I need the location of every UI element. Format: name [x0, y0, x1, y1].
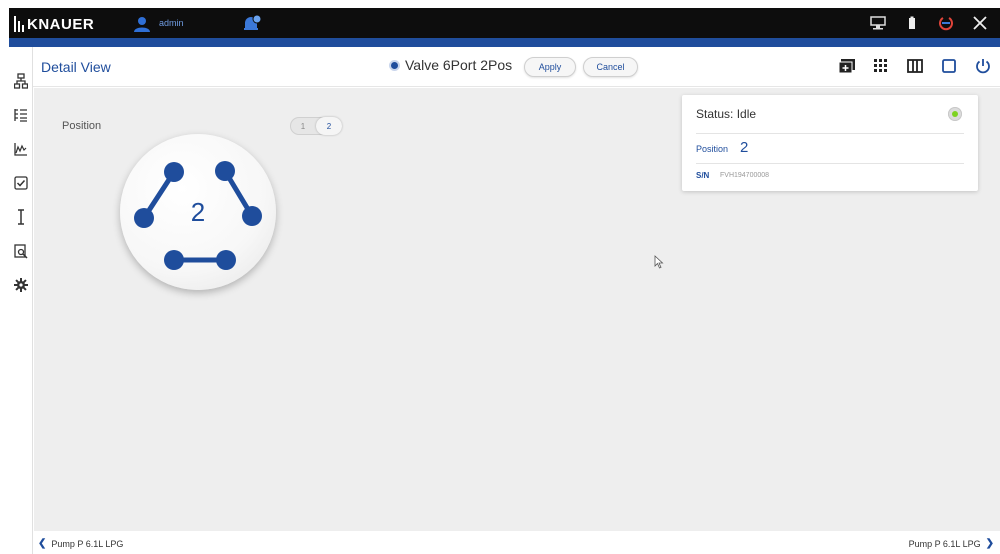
serial-number-value: FVH194700008 [720, 172, 770, 179]
text-cursor-icon[interactable] [11, 207, 31, 227]
window-controls [868, 13, 990, 33]
valve-diagram: 2 [120, 134, 276, 290]
chart-icon[interactable] [11, 139, 31, 159]
cancel-button[interactable]: Cancel [583, 57, 638, 77]
settings-icon[interactable] [11, 275, 31, 295]
power-status-icon[interactable] [936, 13, 956, 33]
notification-bell-icon[interactable] [241, 13, 263, 35]
status-card: Status: Idle Position 2 S/N FVH194700008 [682, 95, 978, 191]
device-name: Valve 6Port 2Pos [405, 57, 513, 73]
method-list-icon[interactable] [11, 105, 31, 125]
position-label: Position [62, 120, 102, 132]
chevron-right-icon: ❯ [985, 538, 994, 549]
page-title: Detail View [41, 59, 111, 75]
power-icon[interactable] [974, 57, 992, 75]
app-window: KNAUER admin Detail View Valve 6Port 2Po… [0, 0, 1000, 554]
side-navigation [9, 47, 33, 554]
flow-diagram-icon[interactable] [11, 71, 31, 91]
previous-device-label: Pump P 6.1L LPG [51, 538, 124, 549]
next-device-link[interactable]: Pump P 6.1L LPG ❯ [909, 538, 994, 549]
device-pager: ❮ Pump P 6.1L LPG Pump P 6.1L LPG ❯ [34, 531, 1000, 554]
detail-header: Detail View Valve 6Port 2Pos Apply Cance… [9, 47, 1000, 87]
window-icon[interactable] [940, 57, 958, 75]
card-position-value: 2 [740, 139, 749, 156]
valve-position-display: 2 [190, 197, 206, 227]
apply-button[interactable]: Apply [524, 57, 576, 77]
top-bar: KNAUER admin [9, 8, 1000, 38]
user-name[interactable]: admin [159, 18, 184, 28]
status-text: Status: Idle [696, 107, 757, 121]
position-option-1[interactable]: 1 [290, 117, 316, 135]
detail-content: Position 1 2 2 Status: Idle Position 2 S… [34, 88, 1000, 531]
checklist-icon[interactable] [11, 173, 31, 193]
search-document-icon[interactable] [11, 241, 31, 261]
columns-icon[interactable] [906, 57, 924, 75]
top-bar-accent [9, 38, 1000, 47]
mouse-pointer-icon [654, 255, 664, 269]
card-position-label: Position [696, 144, 729, 154]
user-icon[interactable] [133, 15, 151, 33]
network-icon[interactable] [868, 13, 888, 33]
view-toolbar [838, 57, 992, 75]
next-device-label: Pump P 6.1L LPG [908, 538, 981, 549]
status-led-icon [948, 107, 962, 121]
knauer-logo: KNAUER [14, 14, 94, 34]
device-status-icon [389, 59, 400, 71]
close-icon[interactable] [970, 13, 990, 33]
logo-text: KNAUER [27, 15, 95, 33]
device-title: Valve 6Port 2Pos [389, 57, 512, 73]
battery-icon [902, 13, 922, 33]
card-divider [696, 133, 964, 134]
position-toggle[interactable]: 1 2 [290, 117, 342, 135]
chevron-left-icon: ❮ [38, 538, 47, 549]
logo-mark-icon [14, 16, 24, 32]
card-divider [696, 163, 964, 164]
previous-device-link[interactable]: ❮ Pump P 6.1L LPG [38, 538, 123, 549]
add-panel-icon[interactable] [838, 57, 856, 75]
serial-number-label: S/N [696, 171, 710, 180]
position-option-2[interactable]: 2 [316, 117, 342, 135]
grid-icon[interactable] [872, 57, 890, 75]
